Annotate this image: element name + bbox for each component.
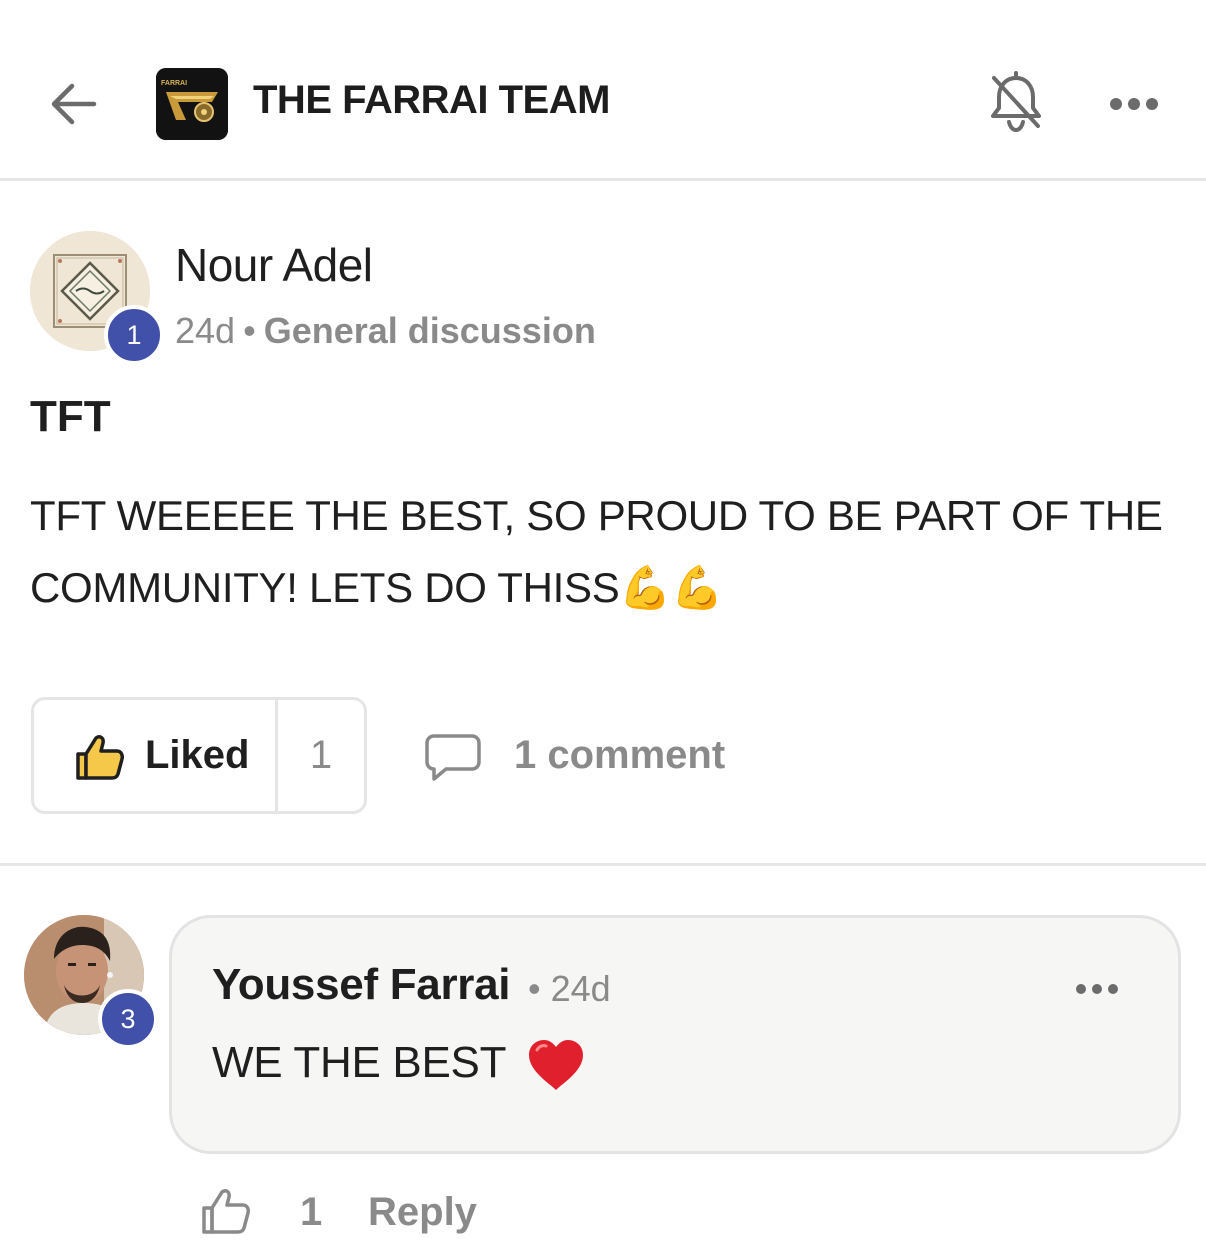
comment-more-button[interactable] [1072,974,1122,1004]
author-level-badge: 1 [104,305,164,365]
comment-text-content: WE THE BEST [212,1038,506,1087]
like-control: Liked 1 [31,697,367,814]
section-divider [0,863,1206,866]
arrow-left-icon [51,83,97,125]
more-horizontal-icon [1110,98,1158,110]
reply-button[interactable]: Reply [368,1190,477,1235]
post-author-name[interactable]: Nour Adel [175,238,373,292]
notifications-button[interactable] [986,70,1046,134]
comment-like-count: 1 [300,1190,323,1234]
logo-text: FARRAI [161,80,187,87]
author-avatar[interactable]: 1 [30,231,164,365]
top-bar: FARRAI THE FARRAI TEAM [0,0,1206,181]
comment-actions: 1 Reply [200,1180,600,1240]
comment-bubble: Youssef Farrai • 24d WE THE BEST [169,915,1181,1154]
comment-author-name[interactable]: Youssef Farrai [212,960,511,1010]
red-heart-emoji [529,1040,584,1091]
thumbs-up-filled-icon [76,735,124,780]
comment-count-label: 1 comment [514,733,726,777]
back-button[interactable] [44,74,104,134]
meta-separator: • [243,310,256,351]
comment-button[interactable]: 1 comment [424,728,744,788]
like-label: Liked [145,733,250,777]
farrai-logo-image: FARRAI [156,68,228,140]
like-button[interactable]: Liked [34,700,277,811]
post-channel-link[interactable]: General discussion [264,310,596,351]
group-logo[interactable]: FARRAI [156,68,228,140]
post-body: TFT WEEEEE THE BEST, SO PROUD TO BE PART… [30,480,1180,624]
comment-time: • 24d [528,968,611,1009]
flexed-biceps-emoji: 💪💪 [619,564,724,611]
post-time: 24d [175,310,236,351]
thumbs-up-outline-icon [202,1189,250,1234]
commenter-avatar[interactable]: 3 [24,915,158,1049]
like-count[interactable]: 1 [278,733,364,778]
group-title: THE FARRAI TEAM [253,78,610,122]
more-horizontal-icon [1076,984,1118,994]
post-meta: 24d • General discussion [175,310,596,352]
bell-off-icon [991,71,1041,133]
comment-text: WE THE BEST [212,1038,585,1092]
commenter-level-badge: 3 [98,989,158,1049]
comment-like-button[interactable] [200,1186,260,1236]
more-options-button[interactable] [1104,82,1164,126]
post-body-text: TFT WEEEEE THE BEST, SO PROUD TO BE PART… [30,492,1163,611]
post-title: TFT [30,392,111,441]
comment-bubble-icon [425,734,481,781]
